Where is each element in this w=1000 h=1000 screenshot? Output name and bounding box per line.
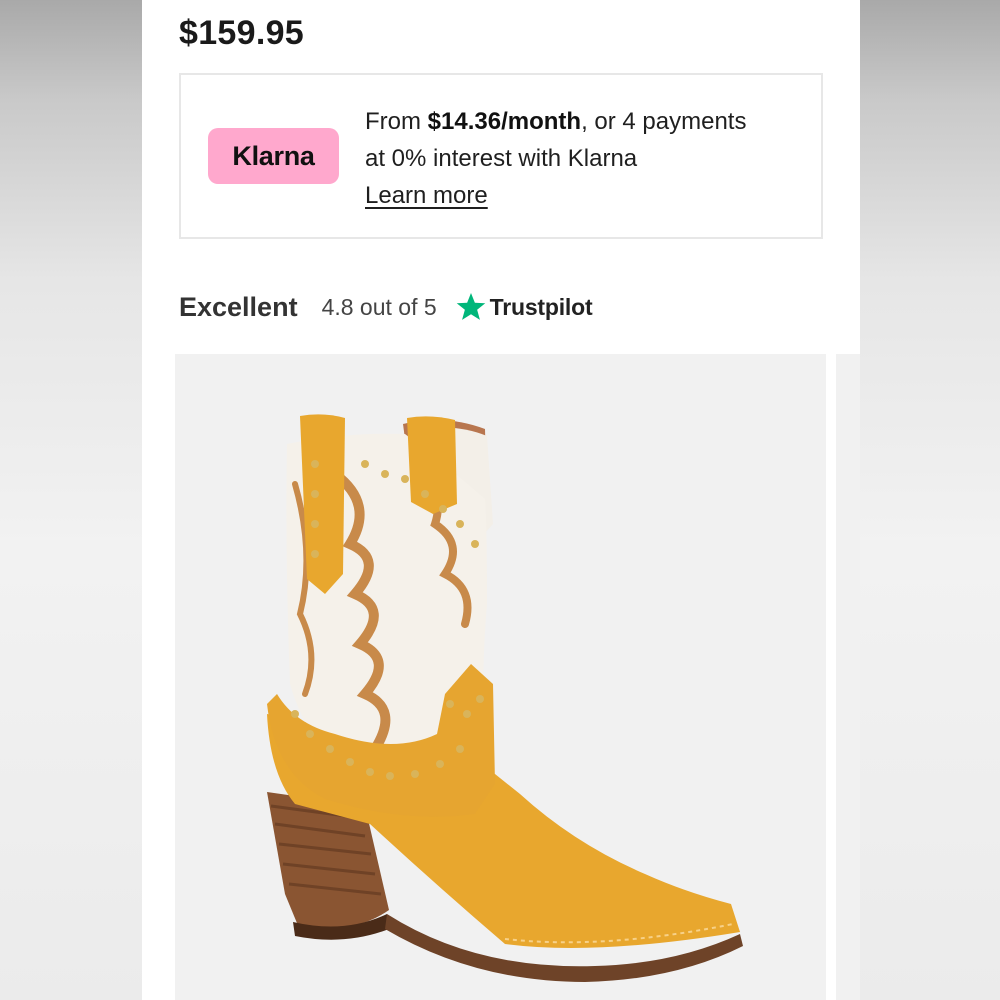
trustpilot-logo-text: Trustpilot: [489, 293, 593, 320]
klarna-text-prefix: From: [365, 108, 428, 135]
boot-illustration: [267, 414, 743, 982]
klarna-promo-card: Klarna From $14.36/month, or 4 payments …: [179, 73, 823, 239]
klarna-logo-text: Klarna: [232, 140, 315, 171]
background-left: [0, 0, 142, 1000]
klarna-message-line2: at 0% interest with Klarna: [365, 145, 638, 172]
klarna-message-line1: From $14.36/month, or 4 payments: [365, 103, 815, 140]
next-product-image-peek[interactable]: [836, 354, 860, 1000]
product-page: $159.95 Klarna From $14.36/month, or 4 p…: [142, 0, 860, 1000]
klarna-message: From $14.36/month, or 4 payments at 0% i…: [365, 103, 815, 214]
star-icon: [456, 293, 485, 320]
rating-score: 4.8 out of 5: [321, 293, 437, 320]
klarna-learn-more-link[interactable]: Learn more: [365, 177, 488, 214]
trustpilot-rating[interactable]: Excellent 4.8 out of 5 Trustpilot: [179, 287, 593, 327]
klarna-monthly-amount: $14.36/month: [427, 108, 582, 135]
background-right: [860, 0, 1000, 1000]
product-image[interactable]: [175, 354, 826, 1000]
klarna-text-line1-suffix: , or 4 payments: [581, 108, 747, 135]
klarna-logo: Klarna: [208, 128, 339, 184]
product-price: $159.95: [179, 14, 305, 52]
rating-label: Excellent: [179, 291, 298, 322]
